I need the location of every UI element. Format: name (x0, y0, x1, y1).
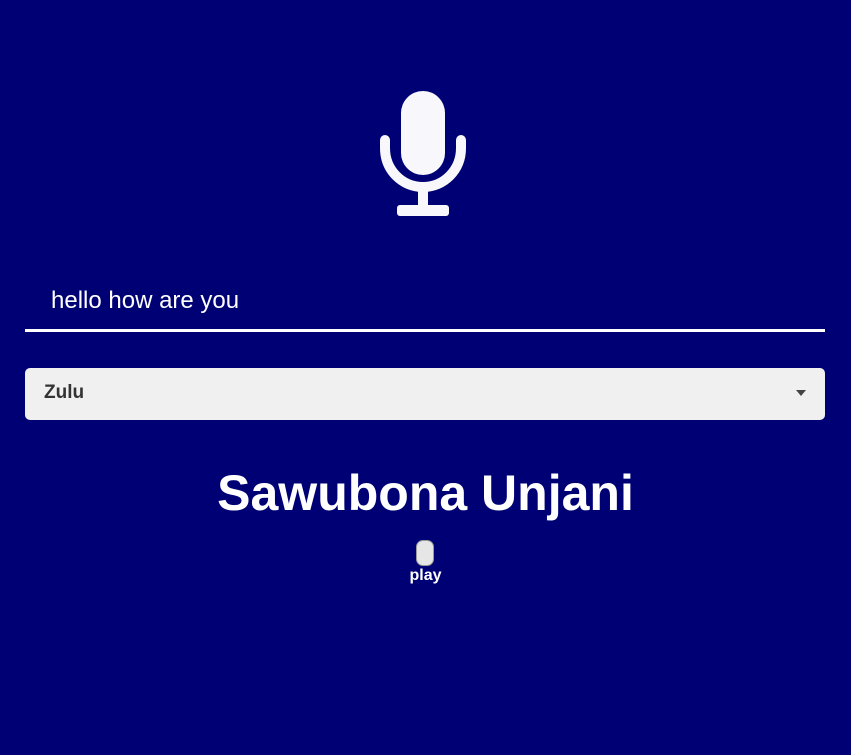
play-button[interactable] (416, 540, 434, 566)
caret-down-icon (796, 390, 806, 396)
translation-output: Sawubona Unjani (217, 465, 634, 521)
language-select-value: Zulu (44, 382, 85, 403)
play-label: play (409, 567, 442, 584)
microphone-icon[interactable] (380, 90, 466, 218)
language-select[interactable]: Zulu (25, 368, 825, 420)
text-input[interactable] (25, 272, 825, 332)
translator-page: Zulu Sawubona Unjani play (0, 0, 851, 755)
